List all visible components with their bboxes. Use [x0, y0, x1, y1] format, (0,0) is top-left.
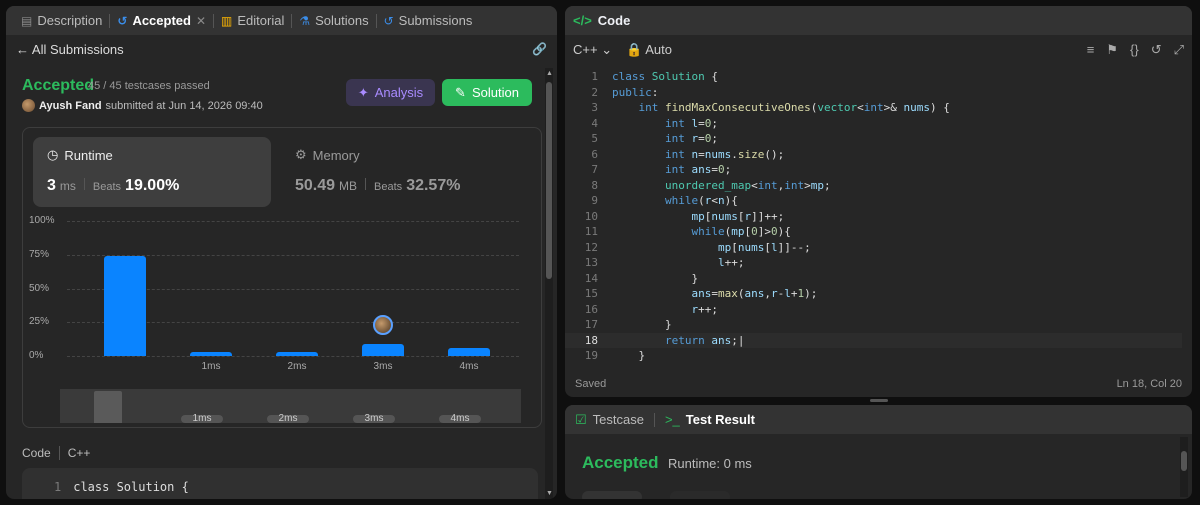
- tab-accepted[interactable]: ↺ Accepted ✕: [110, 6, 213, 35]
- minimap-label: 2ms: [267, 414, 309, 424]
- code-editor-panel: </> Code C++ ⌄ 🔒 Auto ≡ ⚑ {} ↺ ⤢ 1 class S…: [565, 6, 1192, 397]
- sparkle-icon: ✦: [357, 84, 369, 100]
- back-bar: ← All Submissions 🔗: [16, 38, 547, 60]
- tab-description[interactable]: ▤ Description: [14, 6, 109, 35]
- result-panel: ☑ Testcase >_ Test Result Accepted Runtime…: [565, 405, 1192, 499]
- scrollbar-thumb[interactable]: [546, 82, 552, 279]
- reset-icon[interactable]: ↺: [1151, 42, 1162, 58]
- chart-bar[interactable]: [276, 351, 318, 356]
- y-tick-label: 25%: [29, 316, 50, 328]
- code-icon: </>: [573, 13, 592, 28]
- left-scrollbar[interactable]: ▲ ▼: [545, 68, 553, 499]
- language-select[interactable]: C++ ⌄: [573, 42, 612, 58]
- username[interactable]: Ayush Fand: [39, 100, 102, 112]
- memory-beats: 32.57%: [406, 177, 461, 194]
- chart-bar[interactable]: [104, 256, 146, 356]
- tab-submissions[interactable]: ↺ Submissions: [377, 6, 480, 35]
- submission-panel: ▤ Description ↺ Accepted ✕ ▥ Editorial ⚗ Solu…: [6, 6, 557, 499]
- submitter-info: Ayush Fand submitted at Jun 14, 2026 09:…: [22, 99, 263, 112]
- chart-bar[interactable]: [190, 351, 232, 356]
- minimap-label: 1ms: [181, 414, 223, 424]
- expand-icon[interactable]: ⤢: [1174, 42, 1184, 58]
- tab-solutions[interactable]: ⚗ Solutions: [292, 6, 375, 35]
- code-section-header: Code C++: [22, 446, 91, 460]
- close-icon[interactable]: ✕: [196, 14, 206, 28]
- distribution-minimap[interactable]: 1ms 2ms 3ms 4ms: [60, 389, 521, 424]
- chip-icon: ⚙: [295, 147, 307, 162]
- testcases-passed: 45 / 45 testcases passed: [88, 80, 210, 92]
- chart-bar[interactable]: [362, 343, 404, 356]
- tab-test-result[interactable]: Test Result: [686, 412, 755, 427]
- x-tick-label: 1ms: [201, 361, 221, 372]
- case-tab[interactable]: [582, 491, 642, 499]
- flask-icon: ⚗: [299, 13, 311, 28]
- user-marker-avatar: [373, 314, 393, 335]
- edit-icon: ✎: [455, 84, 466, 100]
- minimap-label: 4ms: [439, 414, 481, 424]
- chevron-down-icon: ⌄: [601, 42, 613, 57]
- minimap-bar: [94, 391, 122, 423]
- runtime-value: 3: [47, 177, 56, 194]
- solution-button[interactable]: ✎ Solution: [442, 79, 532, 106]
- clock-icon: ◷: [47, 147, 59, 162]
- memory-card[interactable]: ⚙ Memory 50.49 MB Beats 32.57%: [281, 137, 519, 207]
- cursor-position: Ln 18, Col 20: [1116, 378, 1182, 390]
- back-link[interactable]: ← All Submissions: [16, 42, 124, 57]
- chart-bar[interactable]: [448, 347, 490, 356]
- grid-line: [67, 221, 519, 222]
- history-icon: ↺: [117, 13, 128, 28]
- editor-toolbar: C++ ⌄ 🔒 Auto ≡ ⚑ {} ↺ ⤢: [573, 41, 1184, 59]
- x-tick-label: 2ms: [287, 361, 307, 372]
- braces-icon[interactable]: {}: [1130, 42, 1139, 58]
- y-tick-label: 100%: [29, 215, 55, 226]
- submitted-time: submitted at Jun 14, 2026 09:40: [105, 99, 263, 112]
- editor-header: </> Code: [565, 6, 1192, 35]
- grid-line: [67, 356, 519, 357]
- case-tab[interactable]: [670, 491, 730, 499]
- avatar[interactable]: [22, 99, 35, 112]
- left-tab-bar: ▤ Description ↺ Accepted ✕ ▥ Editorial ⚗ Solu…: [6, 6, 557, 35]
- x-tick-label: 4ms: [459, 361, 479, 372]
- x-tick-label: 3ms: [373, 361, 393, 372]
- editor-statusbar: Saved Ln 18, Col 20: [575, 378, 1182, 390]
- history-icon: ↺: [383, 13, 394, 28]
- runtime-beats: 19.00%: [125, 177, 180, 194]
- save-status: Saved: [575, 378, 607, 390]
- book-icon: ▥: [221, 13, 233, 28]
- bookmark-icon[interactable]: ⚑: [1106, 42, 1118, 58]
- y-tick-label: 0%: [29, 350, 44, 361]
- memory-value: 50.49: [295, 177, 336, 194]
- y-tick-label: 75%: [29, 248, 50, 260]
- analysis-button[interactable]: ✦ Analysis: [346, 79, 435, 106]
- checkbox-icon: ☑: [575, 411, 587, 427]
- panel-resize-handle[interactable]: [870, 399, 888, 402]
- result-scrollbar[interactable]: [1180, 437, 1188, 497]
- performance-stats: ◷ Runtime 3 ms Beats 19.00% ⚙ Memory 50.49 MB B…: [22, 127, 542, 428]
- runtime-card[interactable]: ◷ Runtime 3 ms Beats 19.00%: [33, 137, 271, 207]
- minimap-label: 3ms: [353, 414, 395, 424]
- y-tick-label: 50%: [29, 282, 50, 294]
- auto-mode[interactable]: 🔒 Auto: [626, 42, 672, 58]
- tab-editorial[interactable]: ▥ Editorial: [214, 6, 291, 35]
- result-status: Accepted: [582, 453, 659, 472]
- format-icon[interactable]: ≡: [1087, 42, 1095, 58]
- link-icon[interactable]: 🔗: [532, 42, 547, 56]
- status-label: Accepted: [22, 77, 95, 94]
- lock-icon: 🔒: [626, 42, 643, 57]
- result-tab-bar: ☑ Testcase >_ Test Result: [565, 405, 1192, 434]
- code-area[interactable]: 1 class Solution { 2 public: 3 int findMax…: [565, 69, 1182, 361]
- tab-testcase[interactable]: Testcase: [593, 412, 644, 427]
- terminal-icon: >_: [664, 412, 680, 427]
- description-icon: ▤: [21, 13, 33, 28]
- result-runtime: Runtime: 0 ms: [668, 456, 752, 471]
- submitted-code: 1 class Solution {: [22, 468, 538, 499]
